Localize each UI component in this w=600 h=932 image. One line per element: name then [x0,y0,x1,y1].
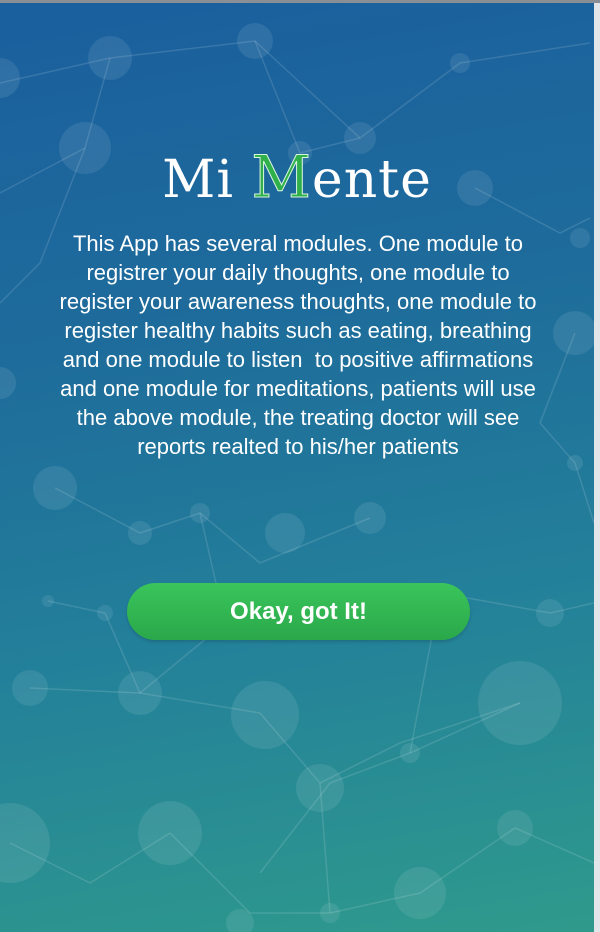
intro-description: This App has several modules. One module… [59,231,543,459]
app-title-part2: ente [311,150,432,210]
right-edge-bar [594,3,600,932]
okay-got-it-button[interactable]: Okay, got It! [127,583,470,640]
app-title-logo-letter: M [251,143,312,212]
app-title: Mi Mente [0,143,594,212]
onboarding-screen: Mi Mente This App has several modules. O… [0,3,594,932]
app-title-part1: Mi [162,150,252,210]
